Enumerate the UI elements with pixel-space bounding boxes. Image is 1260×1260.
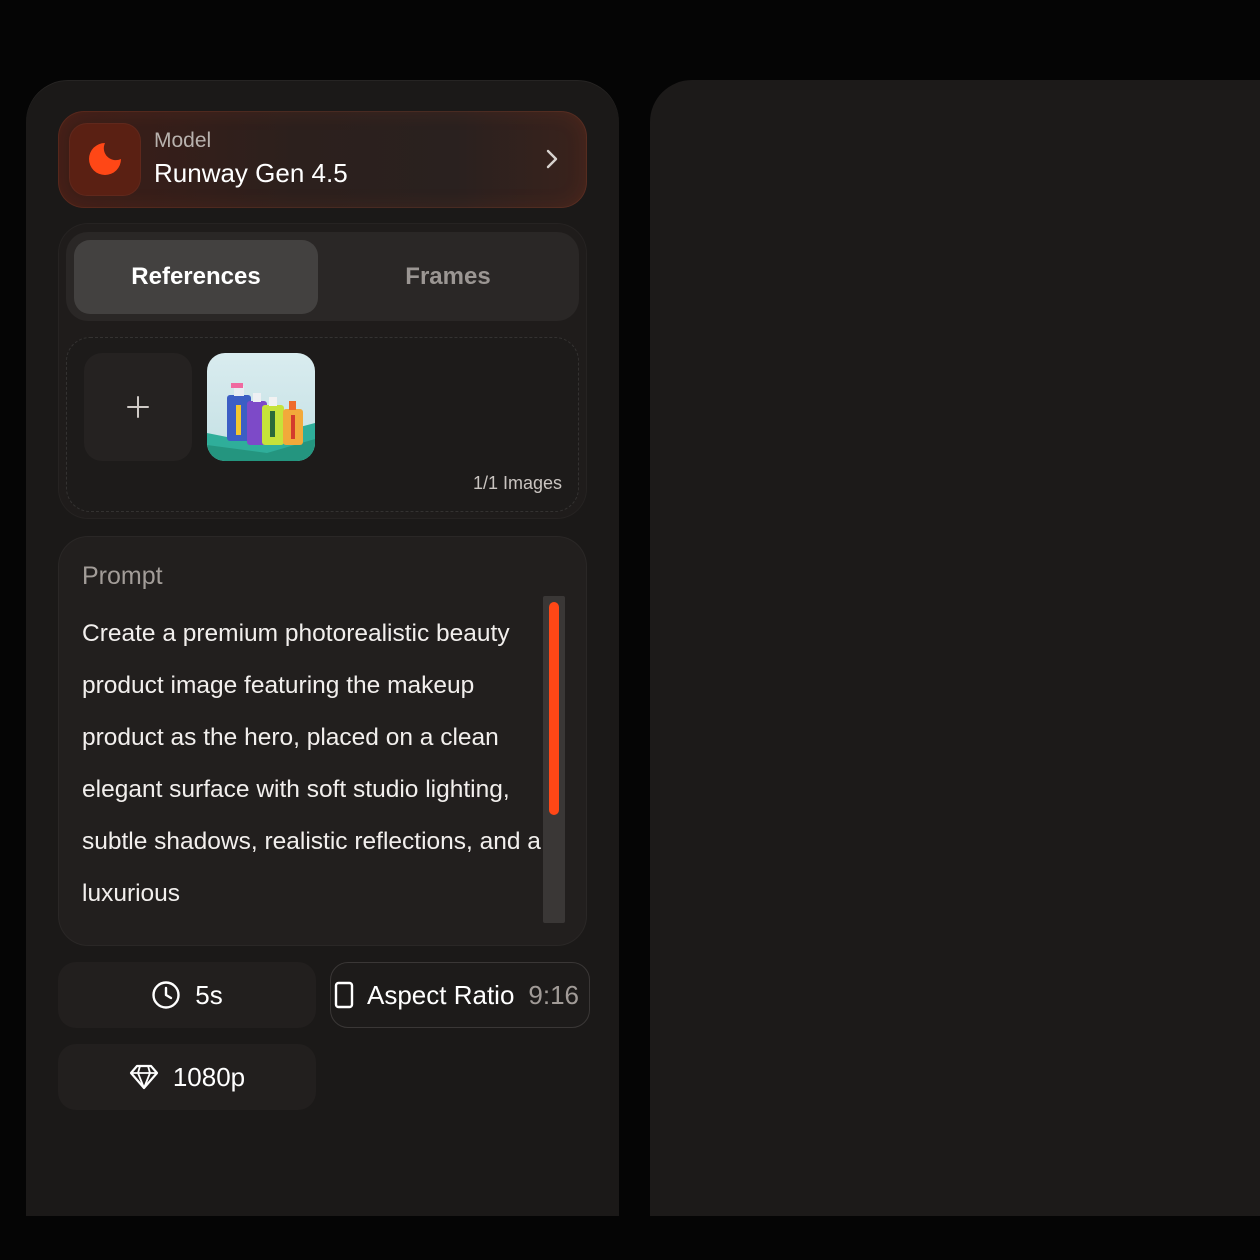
prompt-label: Prompt (82, 562, 163, 590)
clock-icon (152, 981, 180, 1009)
model-label: Model (154, 129, 212, 152)
tab-frames[interactable]: Frames (326, 240, 570, 314)
quality-value: 1080p (172, 1061, 246, 1092)
prompt-scrollbar-thumb[interactable] (549, 602, 559, 815)
aspect-ratio-button[interactable]: Aspect Ratio 9:16 (330, 962, 590, 1028)
duration-value: 5s (195, 979, 223, 1010)
portrait-frame-icon (334, 981, 354, 1009)
duration-button[interactable]: 5s (58, 962, 316, 1028)
model-name: Runway Gen 4.5 (154, 158, 348, 188)
aspect-ratio-label: Aspect Ratio (367, 979, 515, 1010)
tab-references[interactable]: References (74, 240, 318, 314)
runway-logo-icon (69, 123, 141, 196)
app-stage: Model Runway Gen 4.5 References Frames 1… (0, 0, 1260, 1260)
add-reference-button[interactable] (84, 353, 192, 461)
model-selector[interactable]: Model Runway Gen 4.5 (58, 111, 587, 208)
mode-tabs: References Frames (66, 232, 579, 321)
quality-button[interactable]: 1080p (58, 1044, 316, 1110)
reference-thumbnail[interactable] (207, 353, 315, 461)
plus-icon (127, 396, 149, 418)
chevron-right-icon (546, 149, 558, 169)
image-count: 1/1 Images (472, 473, 562, 493)
diamond-icon (129, 1064, 158, 1090)
prompt-textarea[interactable]: Create a premium photorealistic beauty p… (82, 608, 547, 920)
preview-canvas (650, 80, 1260, 1216)
aspect-ratio-value: 9:16 (528, 979, 580, 1010)
product-image (207, 353, 315, 461)
